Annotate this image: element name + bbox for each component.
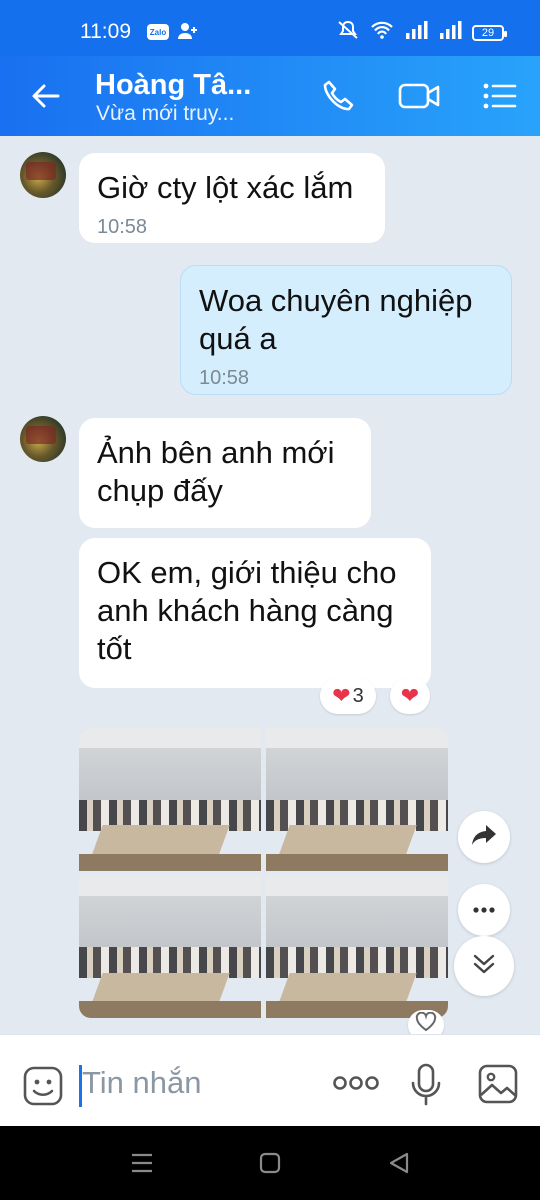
message-bubble-incoming[interactable]: Giờ cty lột xác lắm 10:58 <box>79 153 385 243</box>
message-text-line: OK em, giới thiệu cho <box>97 555 397 590</box>
video-call-icon[interactable] <box>398 78 442 119</box>
message-text-line: quá a <box>199 321 277 356</box>
phone-call-icon[interactable] <box>320 78 356 119</box>
chat-header: Hoàng Tâ... Vừa mới truy... <box>0 56 540 136</box>
message-text-line: Woa chuyên nghiệp <box>199 283 473 318</box>
message-text-line: anh khách hàng càng <box>97 593 394 628</box>
mute-icon <box>336 20 360 45</box>
react-heart-button[interactable]: ❤ <box>390 678 430 714</box>
message-text-line: chụp đấy <box>97 473 223 508</box>
reaction-count: 3 <box>352 684 364 707</box>
status-time: 11:09 <box>80 20 131 43</box>
options-menu-icon[interactable] <box>482 78 518 119</box>
message-input-bar: Tin nhắn <box>0 1034 540 1126</box>
home-icon[interactable] <box>259 1152 281 1179</box>
reaction-summary[interactable]: ❤ 3 <box>320 678 376 714</box>
more-options-button[interactable] <box>458 884 510 936</box>
signal-icon-1 <box>404 21 428 44</box>
more-dots-icon <box>472 901 496 919</box>
battery-icon: 29 <box>472 24 507 41</box>
message-time: 10:58 <box>199 367 250 389</box>
image-gallery-icon[interactable] <box>477 1063 519 1110</box>
last-seen-status: Vừa mới truy... <box>96 102 235 125</box>
zalo-notification-icon: Zalo <box>147 24 169 40</box>
photo-meeting-3[interactable] <box>79 876 261 1018</box>
add-user-notification-icon <box>177 22 199 45</box>
message-time: 10:58 <box>97 216 148 238</box>
status-bar: 11:09 Zalo 29 <box>0 0 540 56</box>
microphone-icon[interactable] <box>410 1063 442 1112</box>
wifi-icon <box>370 21 394 44</box>
system-navigation-bar <box>0 1126 540 1200</box>
photo-meeting-1[interactable] <box>79 728 261 871</box>
heart-icon: ❤ <box>332 683 351 708</box>
back-triangle-icon[interactable] <box>388 1152 410 1179</box>
message-bubble-incoming[interactable]: Ảnh bên anh mới chụp đấy <box>79 418 371 528</box>
message-text-line: tốt <box>97 631 132 666</box>
sticker-icon[interactable] <box>22 1065 64 1112</box>
double-chevron-down-icon <box>471 951 497 982</box>
back-arrow-icon[interactable] <box>28 78 64 119</box>
photo-meeting-4[interactable] <box>266 876 448 1018</box>
contact-avatar[interactable] <box>20 416 66 462</box>
message-text: Giờ cty lột xác lắm <box>97 170 354 205</box>
recent-apps-icon[interactable] <box>130 1152 154 1179</box>
message-bubble-outgoing[interactable]: Woa chuyên nghiệp quá a 10:58 <box>180 265 512 395</box>
signal-icon-2 <box>438 21 462 44</box>
message-text-line: Ảnh bên anh mới <box>97 435 335 470</box>
contact-avatar[interactable] <box>20 152 66 198</box>
message-input[interactable]: Tin nhắn <box>82 1065 202 1101</box>
more-dots-icon[interactable] <box>333 1073 379 1098</box>
photo-meeting-2[interactable] <box>266 728 448 871</box>
contact-name[interactable]: Hoàng Tâ... <box>95 69 251 102</box>
share-arrow-icon <box>470 823 498 852</box>
heart-icon: ❤ <box>400 683 420 708</box>
message-bubble-incoming[interactable]: OK em, giới thiệu cho anh khách hàng càn… <box>79 538 431 688</box>
forward-button[interactable] <box>458 811 510 863</box>
scroll-to-bottom-button[interactable] <box>454 936 514 996</box>
